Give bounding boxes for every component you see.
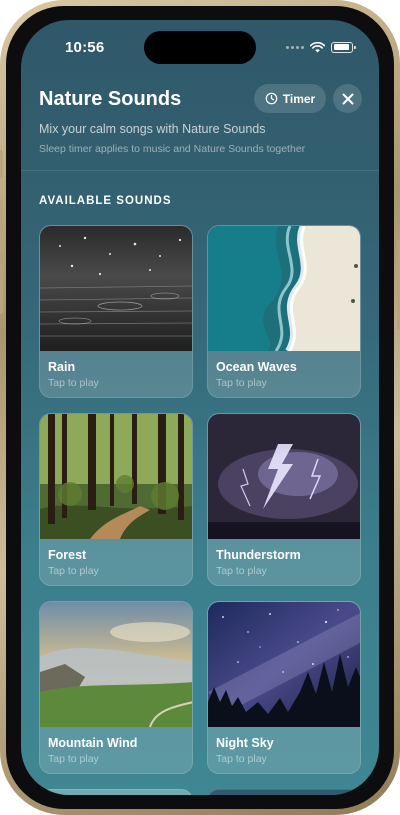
sound-name: Rain xyxy=(48,360,76,374)
mountain-wind-image xyxy=(40,602,192,727)
sound-card-night-sky[interactable]: Night Sky Tap to play xyxy=(207,601,361,774)
sound-card-partial[interactable] xyxy=(39,789,193,795)
close-button[interactable] xyxy=(333,84,362,113)
timer-label: Timer xyxy=(282,91,316,106)
page-subtitle: Mix your calm songs with Nature Sounds xyxy=(39,122,266,136)
battery-icon xyxy=(331,41,356,53)
sound-card-thunderstorm[interactable]: Thunderstorm Tap to play xyxy=(207,413,361,586)
sound-card-forest[interactable]: Forest Tap to play xyxy=(39,413,193,586)
sound-card-rain[interactable]: Rain Tap to play xyxy=(39,225,193,398)
forest-image xyxy=(40,414,192,539)
sound-hint: Tap to play xyxy=(216,565,267,577)
sound-name: Night Sky xyxy=(216,736,274,750)
phone-frame: 10:56 Nature Sounds Timer Mix your calm … xyxy=(0,0,400,815)
sound-hint: Tap to play xyxy=(216,753,267,765)
sound-name: Ocean Waves xyxy=(216,360,297,374)
status-icons xyxy=(286,40,356,54)
ocean-waves-image xyxy=(208,226,360,351)
signal-icon xyxy=(286,45,304,49)
sound-card-partial[interactable] xyxy=(207,789,361,795)
screen: 10:56 Nature Sounds Timer Mix your calm … xyxy=(21,20,379,795)
dynamic-island xyxy=(144,31,256,64)
night-sky-image xyxy=(208,602,360,727)
sound-hint: Tap to play xyxy=(48,565,99,577)
sound-hint: Tap to play xyxy=(216,377,267,389)
sound-name: Thunderstorm xyxy=(216,548,301,562)
sound-name: Forest xyxy=(48,548,87,562)
sound-hint: Tap to play xyxy=(48,377,99,389)
page-title: Nature Sounds xyxy=(39,88,182,110)
rain-image xyxy=(40,226,192,351)
timer-button[interactable]: Timer xyxy=(254,84,326,113)
sound-card-mountain-wind[interactable]: Mountain Wind Tap to play xyxy=(39,601,193,774)
side-button xyxy=(0,150,3,178)
divider xyxy=(21,170,379,171)
close-icon xyxy=(342,93,353,104)
thunderstorm-image xyxy=(208,414,360,539)
sleep-timer-note: Sleep timer applies to music and Nature … xyxy=(39,143,306,155)
volume-down-button xyxy=(0,262,3,314)
sound-name: Mountain Wind xyxy=(48,736,138,750)
section-title: AVAILABLE SOUNDS xyxy=(39,195,172,207)
sound-card-ocean-waves[interactable]: Ocean Waves Tap to play xyxy=(207,225,361,398)
clock-icon xyxy=(265,92,278,105)
status-time: 10:56 xyxy=(65,39,105,56)
volume-up-button xyxy=(0,200,3,252)
wifi-icon xyxy=(310,41,325,52)
sound-hint: Tap to play xyxy=(48,753,99,765)
